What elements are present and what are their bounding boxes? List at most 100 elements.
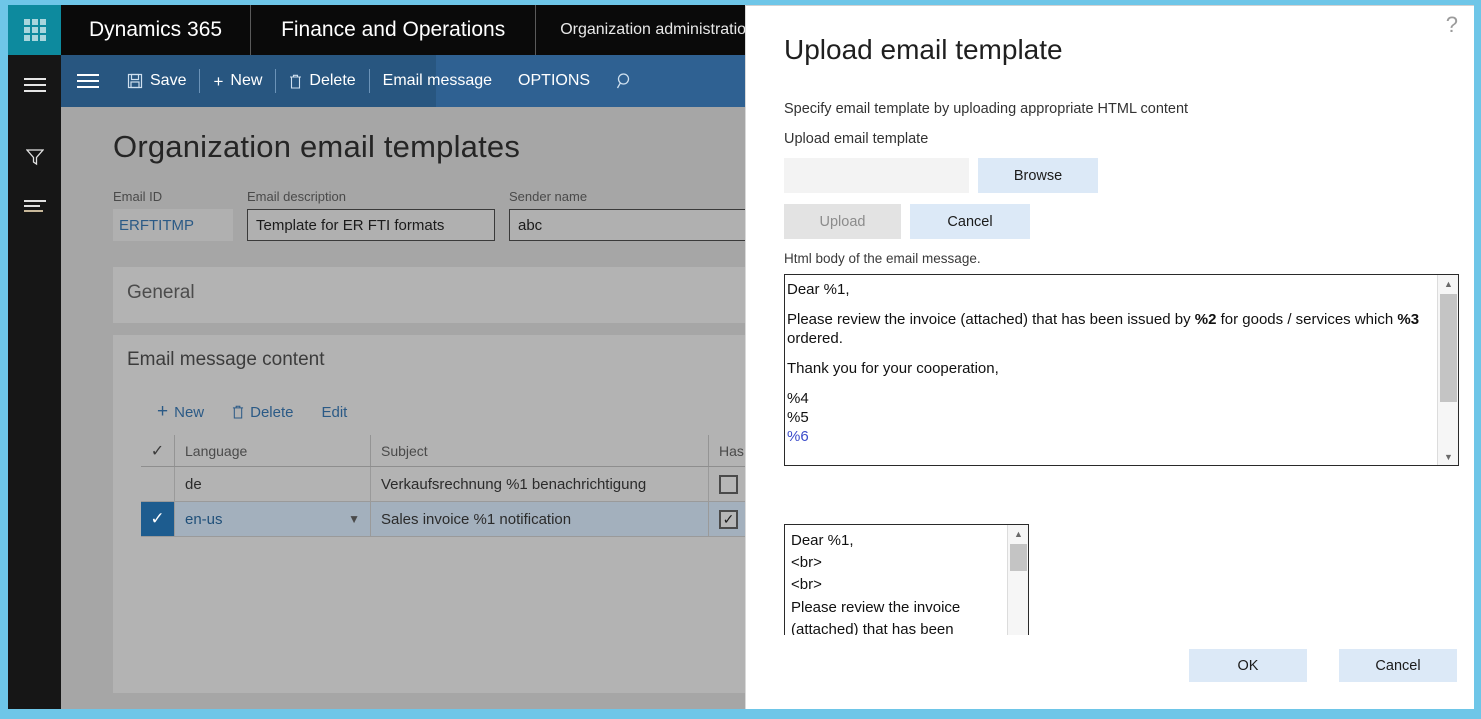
app-window: Dynamics 365 Finance and Operations Orga… bbox=[0, 0, 1481, 719]
html-body-textarea[interactable]: Dear %1, Please review the invoice (atta… bbox=[784, 274, 1459, 466]
rail-filter-button[interactable] bbox=[8, 135, 61, 179]
area-title: Organization administratio bbox=[536, 5, 770, 55]
dialog-title: Upload email template bbox=[784, 34, 1063, 66]
scroll-up-icon[interactable]: ▲ bbox=[1008, 525, 1029, 542]
p2-text-c: ordered. bbox=[787, 330, 843, 347]
html-body-scrollbar[interactable]: ▲ ▼ bbox=[1437, 275, 1458, 465]
row-subject-cell[interactable]: Verkaufsrechnung %1 benachrichtigung bbox=[371, 467, 709, 501]
grid-col-subject[interactable]: Subject bbox=[371, 435, 709, 466]
grid-new-label: New bbox=[174, 404, 204, 421]
dialog-subtitle: Specify email template by uploading appr… bbox=[784, 101, 1188, 117]
grid-delete-label: Delete bbox=[250, 404, 293, 421]
rail-menu-button[interactable] bbox=[8, 63, 61, 107]
preview-scrollbar[interactable]: ▲ ▼ bbox=[1007, 525, 1028, 651]
browse-button[interactable]: Browse bbox=[978, 158, 1098, 193]
save-button[interactable]: Save bbox=[114, 55, 199, 107]
row-language-value: en-us bbox=[185, 511, 223, 528]
grid-edit-label: Edit bbox=[321, 404, 347, 421]
funnel-icon bbox=[26, 148, 44, 166]
delete-label: Delete bbox=[309, 72, 355, 90]
module-title: Finance and Operations bbox=[251, 5, 535, 55]
section-general-title: General bbox=[127, 282, 195, 304]
html-source-preview-text: Dear %1, <br> <br> Please review the inv… bbox=[791, 530, 1004, 641]
grid-new-button[interactable]: + New bbox=[145, 397, 216, 427]
row-language-cell[interactable]: de bbox=[175, 467, 371, 501]
html-body-line-4: %4 bbox=[787, 389, 1434, 408]
dialog-footer: OK Cancel bbox=[746, 635, 1474, 709]
grid-delete-button[interactable]: Delete bbox=[220, 400, 305, 425]
row-select-cell[interactable] bbox=[141, 467, 175, 501]
has-body-checkbox[interactable]: ✓ bbox=[719, 510, 738, 529]
hamburger-icon bbox=[77, 74, 99, 88]
file-path-input[interactable] bbox=[784, 158, 969, 193]
row-language-value: de bbox=[185, 476, 202, 493]
grid-select-all-header[interactable]: ✓ bbox=[141, 435, 175, 466]
question-mark-icon[interactable]: ? bbox=[1446, 14, 1458, 36]
new-label: New bbox=[230, 72, 262, 90]
html-body-line-1: Dear %1, bbox=[787, 280, 1434, 299]
hamburger-icon bbox=[24, 78, 46, 92]
options-label: OPTIONS bbox=[518, 72, 590, 90]
upload-field-label: Upload email template bbox=[784, 131, 928, 147]
p2-text-b: for goods / services which bbox=[1216, 311, 1397, 328]
rail-list-button[interactable] bbox=[8, 185, 61, 229]
html-body-line-6: %6 bbox=[787, 427, 1434, 446]
list-lines-icon bbox=[24, 200, 46, 214]
file-select-row: Browse bbox=[784, 158, 1098, 193]
brand-title: Dynamics 365 bbox=[61, 5, 250, 55]
has-body-checkbox[interactable] bbox=[719, 475, 738, 494]
trash-icon bbox=[232, 405, 244, 419]
check-icon: ✓ bbox=[151, 441, 164, 461]
save-icon bbox=[127, 73, 143, 89]
html-body-paragraph-2: Please review the invoice (attached) tha… bbox=[787, 310, 1434, 348]
left-rail bbox=[8, 5, 61, 709]
upload-email-template-dialog: ? Upload email template Specify email te… bbox=[745, 5, 1474, 709]
plus-icon: + bbox=[213, 73, 223, 90]
field-email-description: Email description Template for ER FTI fo… bbox=[247, 189, 495, 241]
save-label: Save bbox=[150, 72, 186, 90]
grid-edit-button[interactable]: Edit bbox=[309, 400, 359, 425]
upload-button[interactable]: Upload bbox=[784, 204, 901, 239]
field-email-id: Email ID ERFTITMP bbox=[113, 189, 233, 241]
cancel-upload-button[interactable]: Cancel bbox=[910, 204, 1030, 239]
field-label: Email description bbox=[247, 189, 495, 204]
p2-token-2: %2 bbox=[1195, 311, 1217, 328]
email-id-value[interactable]: ERFTITMP bbox=[113, 209, 233, 241]
row-subject-cell[interactable]: Sales invoice %1 notification bbox=[371, 502, 709, 536]
scroll-thumb[interactable] bbox=[1440, 294, 1457, 402]
row-select-cell[interactable]: ✓ bbox=[141, 502, 175, 536]
p2-token-3: %3 bbox=[1397, 311, 1419, 328]
html-body-line-3: Thank you for your cooperation, bbox=[787, 359, 1434, 378]
chevron-down-icon[interactable]: ▼ bbox=[348, 512, 360, 526]
grid-col-language[interactable]: Language bbox=[175, 435, 371, 466]
cancel-button[interactable]: Cancel bbox=[1339, 649, 1457, 682]
waffle-grid-icon[interactable] bbox=[8, 5, 61, 55]
html-body-line-5: %5 bbox=[787, 408, 1434, 427]
check-icon: ✓ bbox=[150, 509, 164, 529]
scroll-down-icon[interactable]: ▼ bbox=[1438, 448, 1459, 465]
options-tab[interactable]: OPTIONS bbox=[505, 55, 603, 107]
upload-action-row: Upload Cancel bbox=[784, 204, 1030, 239]
html-body-content: Dear %1, Please review the invoice (atta… bbox=[787, 280, 1434, 446]
html-source-preview[interactable]: Dear %1, <br> <br> Please review the inv… bbox=[784, 524, 1029, 652]
field-label: Email ID bbox=[113, 189, 233, 204]
html-body-label: Html body of the email message. bbox=[784, 251, 981, 266]
page-title: Organization email templates bbox=[113, 129, 520, 165]
app-frame: Dynamics 365 Finance and Operations Orga… bbox=[8, 5, 1474, 709]
new-button[interactable]: + New bbox=[200, 55, 275, 107]
ribbon-menu-button[interactable] bbox=[61, 55, 114, 107]
trash-icon bbox=[289, 74, 302, 89]
header-fields: Email ID ERFTITMP Email description Temp… bbox=[113, 189, 809, 241]
email-description-input[interactable]: Template for ER FTI formats bbox=[247, 209, 495, 241]
search-icon bbox=[616, 72, 634, 90]
scroll-thumb[interactable] bbox=[1010, 544, 1027, 571]
row-language-cell[interactable]: en-us ▼ bbox=[175, 502, 371, 536]
email-message-tab[interactable]: Email message bbox=[370, 55, 505, 107]
scroll-up-icon[interactable]: ▲ bbox=[1438, 275, 1459, 292]
ok-button[interactable]: OK bbox=[1189, 649, 1307, 682]
p2-text-a: Please review the invoice (attached) tha… bbox=[787, 311, 1195, 328]
search-button[interactable] bbox=[603, 55, 647, 107]
grid-toolbar: + New Delete Edit bbox=[145, 397, 359, 427]
delete-button[interactable]: Delete bbox=[276, 55, 368, 107]
plus-icon: + bbox=[157, 401, 168, 423]
